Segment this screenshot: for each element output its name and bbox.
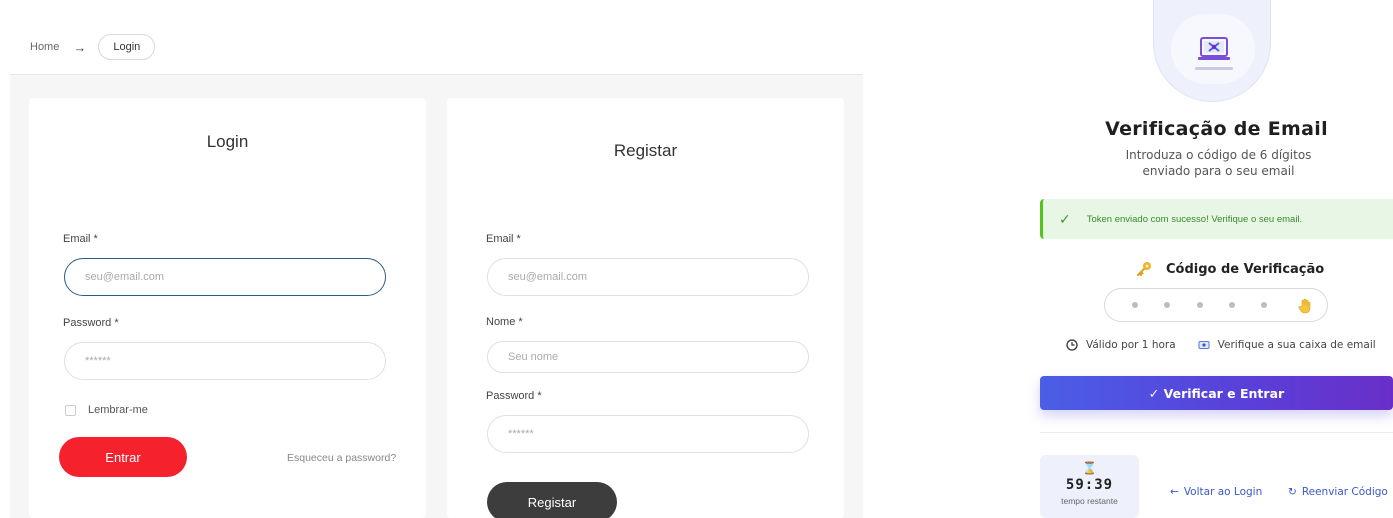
hint-inbox: Verifique a sua caixa de email bbox=[1198, 339, 1376, 351]
login-password-input[interactable] bbox=[64, 342, 386, 380]
check-icon: ✓ bbox=[1059, 210, 1071, 227]
logo-caption-mark bbox=[1195, 67, 1233, 70]
verify-subtitle: Introduza o código de 6 dígitos enviado … bbox=[1125, 148, 1312, 178]
login-password-label: Password * bbox=[63, 317, 119, 329]
code-digit-2 bbox=[1164, 302, 1171, 308]
register-email-label: Email * bbox=[486, 233, 521, 245]
key-icon bbox=[1137, 262, 1151, 276]
register-name-label: Nome * bbox=[486, 316, 523, 328]
timer-label: tempo restante bbox=[1061, 496, 1118, 506]
code-input[interactable] bbox=[1104, 288, 1328, 322]
breadcrumb-home-link[interactable]: Home bbox=[30, 41, 59, 53]
timer-value: 59:39 bbox=[1065, 477, 1114, 493]
register-name-input[interactable] bbox=[487, 341, 809, 373]
register-title: Registar bbox=[613, 141, 678, 160]
breadcrumb-current: Login bbox=[98, 34, 156, 60]
register-password-input[interactable] bbox=[487, 415, 809, 453]
success-alert: ✓ Token enviado com sucesso! Verifique o… bbox=[1040, 199, 1393, 239]
verify-title: Verificação de Email bbox=[1105, 118, 1328, 140]
divider bbox=[1040, 432, 1393, 433]
register-card: Registar Email * Nome * Password * Regis… bbox=[447, 98, 844, 518]
remember-me-label: Lembrar-me bbox=[88, 404, 148, 416]
forgot-password-link[interactable]: Esqueceu a password? bbox=[287, 452, 396, 464]
code-digit-3 bbox=[1196, 302, 1203, 308]
hand-icon bbox=[1298, 298, 1311, 314]
code-digit-1 bbox=[1132, 302, 1139, 308]
breadcrumb: Home → Login bbox=[30, 33, 156, 61]
success-alert-text: Token enviado com sucesso! Verifique o s… bbox=[1086, 213, 1303, 225]
brand-logo bbox=[1153, 0, 1271, 102]
register-email-input[interactable] bbox=[487, 258, 809, 296]
register-password-label: Password * bbox=[486, 390, 542, 402]
resend-code-link[interactable]: ↻ Reenviar Código bbox=[1288, 486, 1388, 498]
verify-hints: Válido por 1 hora Verifique a sua caixa … bbox=[1066, 339, 1376, 351]
login-email-input[interactable] bbox=[64, 258, 386, 296]
login-email-label: Email * bbox=[63, 233, 98, 245]
remember-me-checkbox[interactable] bbox=[65, 404, 76, 416]
refresh-icon: ↻ bbox=[1288, 486, 1297, 498]
code-digit-4 bbox=[1229, 302, 1236, 308]
register-submit-button[interactable]: Registar bbox=[487, 482, 617, 518]
verify-submit-button[interactable]: ✓ Verificar e Entrar bbox=[1040, 376, 1393, 410]
hourglass-icon: ⌛ bbox=[1082, 461, 1097, 475]
arrow-left-icon: ← bbox=[1170, 486, 1179, 498]
remember-me[interactable]: Lembrar-me bbox=[65, 404, 148, 416]
login-title: Login bbox=[206, 132, 249, 151]
mail-icon bbox=[1198, 341, 1210, 349]
clock-icon bbox=[1066, 339, 1078, 351]
back-to-login-link[interactable]: ← Voltar ao Login bbox=[1170, 486, 1262, 498]
code-digit-5 bbox=[1261, 302, 1268, 308]
laptop-logo-icon bbox=[1198, 37, 1230, 60]
arrow-right-icon: → bbox=[73, 39, 87, 55]
login-card: Login Email * Password * Lembrar-me Entr… bbox=[29, 98, 426, 518]
code-label: Código de Verificação bbox=[1136, 261, 1324, 277]
countdown-timer: ⌛ 59:39 tempo restante bbox=[1040, 455, 1139, 518]
login-submit-button[interactable]: Entrar bbox=[59, 437, 187, 477]
hint-valid: Válido por 1 hora bbox=[1066, 339, 1176, 351]
